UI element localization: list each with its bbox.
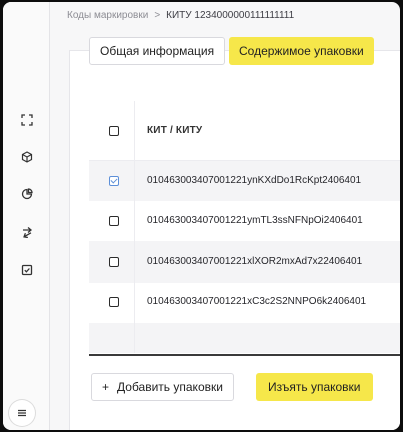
- column-divider: [134, 283, 135, 323]
- checklist-icon[interactable]: [19, 262, 35, 278]
- box-icon[interactable]: [19, 149, 35, 165]
- table-scrollbar[interactable]: [89, 354, 400, 356]
- expand-icon[interactable]: [19, 112, 35, 128]
- breadcrumb-parent-link[interactable]: Коды маркировки: [67, 10, 148, 21]
- breadcrumb-current: КИТУ 1234000000111111111: [166, 10, 295, 21]
- add-packages-button[interactable]: + Добавить упаковки: [91, 373, 234, 401]
- table-row[interactable]: 010463003407001221ynKXdDo1RcKpt2406401: [89, 161, 400, 201]
- add-packages-label: Добавить упаковки: [117, 380, 223, 394]
- row-code: 010463003407001221ymTL3ssNFNpOi2406401: [147, 215, 363, 226]
- row-checkbox[interactable]: [109, 216, 119, 226]
- tab-package-contents[interactable]: Содержимое упаковки: [229, 37, 374, 65]
- row-code: 010463003407001221xlXOR2mxAd7x22406401: [147, 256, 363, 267]
- column-divider: [134, 161, 135, 201]
- plus-icon: +: [102, 380, 110, 394]
- remove-packages-button[interactable]: Изъять упаковки: [256, 373, 373, 401]
- breadcrumb-separator: >: [154, 10, 161, 21]
- row-code: 010463003407001221ynKXdDo1RcKpt2406401: [147, 175, 362, 186]
- transfer-icon[interactable]: [19, 224, 35, 240]
- table-row[interactable]: 010463003407001221xlXOR2mxAd7x22406401: [89, 241, 400, 283]
- table-row-empty: [89, 323, 400, 353]
- row-checkbox[interactable]: [109, 257, 119, 267]
- table-row[interactable]: 010463003407001221ymTL3ssNFNpOi2406401: [89, 201, 400, 241]
- column-divider: [134, 101, 135, 160]
- table-header-row: КИТ / КИТУ: [89, 101, 400, 161]
- row-checkbox[interactable]: [109, 297, 119, 307]
- sidebar: [3, 2, 50, 430]
- table-row[interactable]: 010463003407001221xC3c2S2NNPO6k2406401: [89, 283, 400, 323]
- app-window: Коды маркировки > КИТУ 12340000001111111…: [3, 2, 400, 430]
- select-all-checkbox[interactable]: [109, 126, 119, 136]
- pie-chart-icon[interactable]: [19, 186, 35, 202]
- tab-general-info[interactable]: Общая информация: [89, 37, 226, 65]
- column-divider: [134, 323, 135, 353]
- codes-table: КИТ / КИТУ 010463003407001221ynKXdDo1RcK…: [89, 101, 400, 357]
- column-divider: [134, 201, 135, 241]
- column-header-code: КИТ / КИТУ: [147, 125, 203, 136]
- hamburger-menu-icon[interactable]: [9, 400, 35, 426]
- row-code: 010463003407001221xC3c2S2NNPO6k2406401: [147, 296, 367, 307]
- column-divider: [134, 241, 135, 283]
- row-checkbox[interactable]: [109, 176, 119, 186]
- breadcrumb: Коды маркировки > КИТУ 12340000001111111…: [67, 10, 294, 21]
